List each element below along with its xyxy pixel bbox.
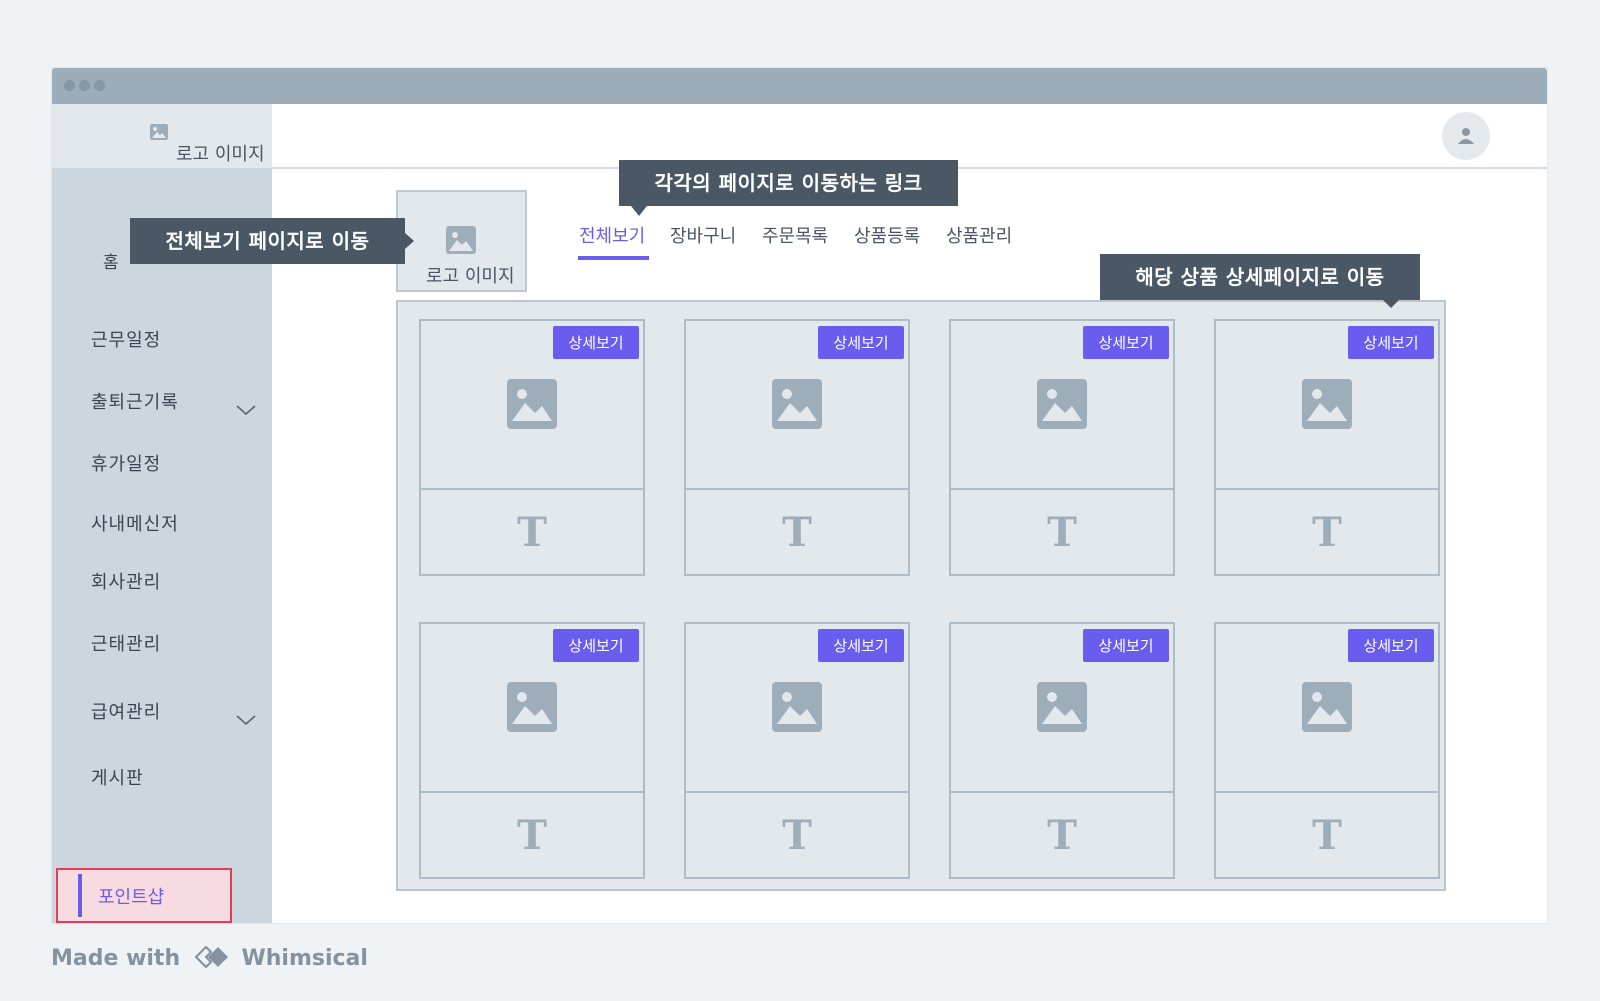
title-bar (52, 68, 1547, 104)
card-divider (421, 791, 643, 793)
footer-credit[interactable]: Made with Whimsical (51, 944, 368, 971)
detail-button[interactable]: 상세보기 (1348, 326, 1434, 359)
image-icon (1302, 682, 1352, 736)
annotation-arrow (1383, 300, 1399, 308)
annotation-text: 전체보기 페이지로 이동 (165, 229, 370, 253)
sidebar-logo-label: 로고 이미지 (176, 144, 265, 165)
text-icon: T (517, 509, 547, 556)
window-dot (94, 80, 105, 91)
card-divider (1216, 791, 1438, 793)
sidebar-item-label: 포인트샵 (98, 887, 165, 908)
content-logo-label: 로고 이미지 (426, 266, 515, 287)
product-card: 상세보기 T (949, 622, 1175, 879)
product-card: 상세보기 T (684, 622, 910, 879)
annotation-nav-links: 각각의 페이지로 이동하는 링크 (619, 160, 958, 216)
tab-product-manage[interactable]: 상품관리 (946, 222, 1012, 248)
whimsical-brand: Whimsical (241, 946, 368, 971)
detail-button[interactable]: 상세보기 (1083, 629, 1169, 662)
card-divider (686, 488, 908, 490)
avatar[interactable] (1442, 112, 1490, 160)
card-divider (951, 791, 1173, 793)
chevron-down-icon[interactable] (236, 710, 256, 729)
detail-button[interactable]: 상세보기 (818, 629, 904, 662)
annotation-logo-link: 전체보기 페이지로 이동 (130, 218, 414, 264)
text-icon: T (782, 812, 812, 859)
active-indicator (78, 874, 82, 917)
image-icon (507, 379, 557, 433)
window-dot (64, 80, 75, 91)
text-icon: T (1047, 509, 1077, 556)
detail-button[interactable]: 상세보기 (1348, 629, 1434, 662)
annotation-text: 각각의 페이지로 이동하는 링크 (654, 171, 923, 195)
tab-orders[interactable]: 주문목록 (762, 222, 828, 248)
image-icon (1037, 682, 1087, 736)
sidebar-item-payroll[interactable]: 급여관리 (91, 698, 161, 724)
text-icon: T (782, 509, 812, 556)
detail-button[interactable]: 상세보기 (1083, 326, 1169, 359)
text-icon: T (517, 812, 547, 859)
image-icon (1037, 379, 1087, 433)
product-card: 상세보기 T (419, 622, 645, 879)
text-icon: T (1047, 812, 1077, 859)
chevron-down-icon[interactable] (236, 400, 256, 419)
card-divider (1216, 488, 1438, 490)
tab-view-all[interactable]: 전체보기 (579, 222, 645, 248)
window-dot (79, 80, 90, 91)
image-icon (507, 682, 557, 736)
image-icon (150, 124, 168, 144)
product-card: 상세보기 T (684, 319, 910, 576)
product-grid: 상세보기 T 상세보기 T 상세보기 T 상세보기 T 상세보기 T 상세보기 … (396, 300, 1446, 891)
sidebar-item-home[interactable]: 홈 (103, 248, 120, 273)
image-icon (772, 682, 822, 736)
user-icon (1458, 128, 1474, 144)
product-card: 상세보기 T (1214, 622, 1440, 879)
image-icon (1302, 379, 1352, 433)
annotation-arrow (405, 233, 414, 249)
sidebar-item-vacation[interactable]: 휴가일정 (91, 450, 161, 476)
active-tab-underline (578, 256, 649, 260)
annotation-arrow (631, 206, 647, 216)
product-card: 상세보기 T (949, 319, 1175, 576)
card-divider (421, 488, 643, 490)
sidebar-item-attendance[interactable]: 출퇴근기록 (91, 388, 179, 414)
sidebar-item-company[interactable]: 회사관리 (91, 568, 161, 594)
sidebar-logo[interactable]: 로고 이미지 (52, 104, 272, 168)
annotation-text: 해당 상품 상세페이지로 이동 (1135, 265, 1385, 289)
sidebar-item-attendance-mgmt[interactable]: 근태관리 (91, 630, 161, 656)
content-logo[interactable]: 로고 이미지 (396, 190, 527, 292)
text-icon: T (1312, 509, 1342, 556)
product-card: 상세보기 T (1214, 319, 1440, 576)
detail-button[interactable]: 상세보기 (553, 629, 639, 662)
image-icon (446, 226, 476, 258)
tab-cart[interactable]: 장바구니 (670, 222, 736, 248)
card-divider (686, 791, 908, 793)
text-icon: T (1312, 812, 1342, 859)
annotation-detail-link: 해당 상품 상세페이지로 이동 (1100, 254, 1420, 308)
image-icon (772, 379, 822, 433)
detail-button[interactable]: 상세보기 (818, 326, 904, 359)
detail-button[interactable]: 상세보기 (553, 326, 639, 359)
card-divider (951, 488, 1173, 490)
whimsical-logo-icon (194, 945, 228, 969)
sidebar-item-point-shop[interactable]: 포인트샵 (56, 868, 232, 923)
sidebar-item-messenger[interactable]: 사내메신저 (91, 510, 179, 536)
product-card: 상세보기 T (419, 319, 645, 576)
app-window: 로고 이미지 홈 근무일정 출퇴근기록 휴가일정 사내메신저 회사관리 근태관리… (52, 68, 1547, 923)
sidebar-item-board[interactable]: 게시판 (91, 764, 144, 790)
sidebar-item-work-schedule[interactable]: 근무일정 (91, 326, 161, 352)
tab-product-register[interactable]: 상품등록 (854, 222, 920, 248)
made-with-label: Made with (51, 946, 181, 971)
